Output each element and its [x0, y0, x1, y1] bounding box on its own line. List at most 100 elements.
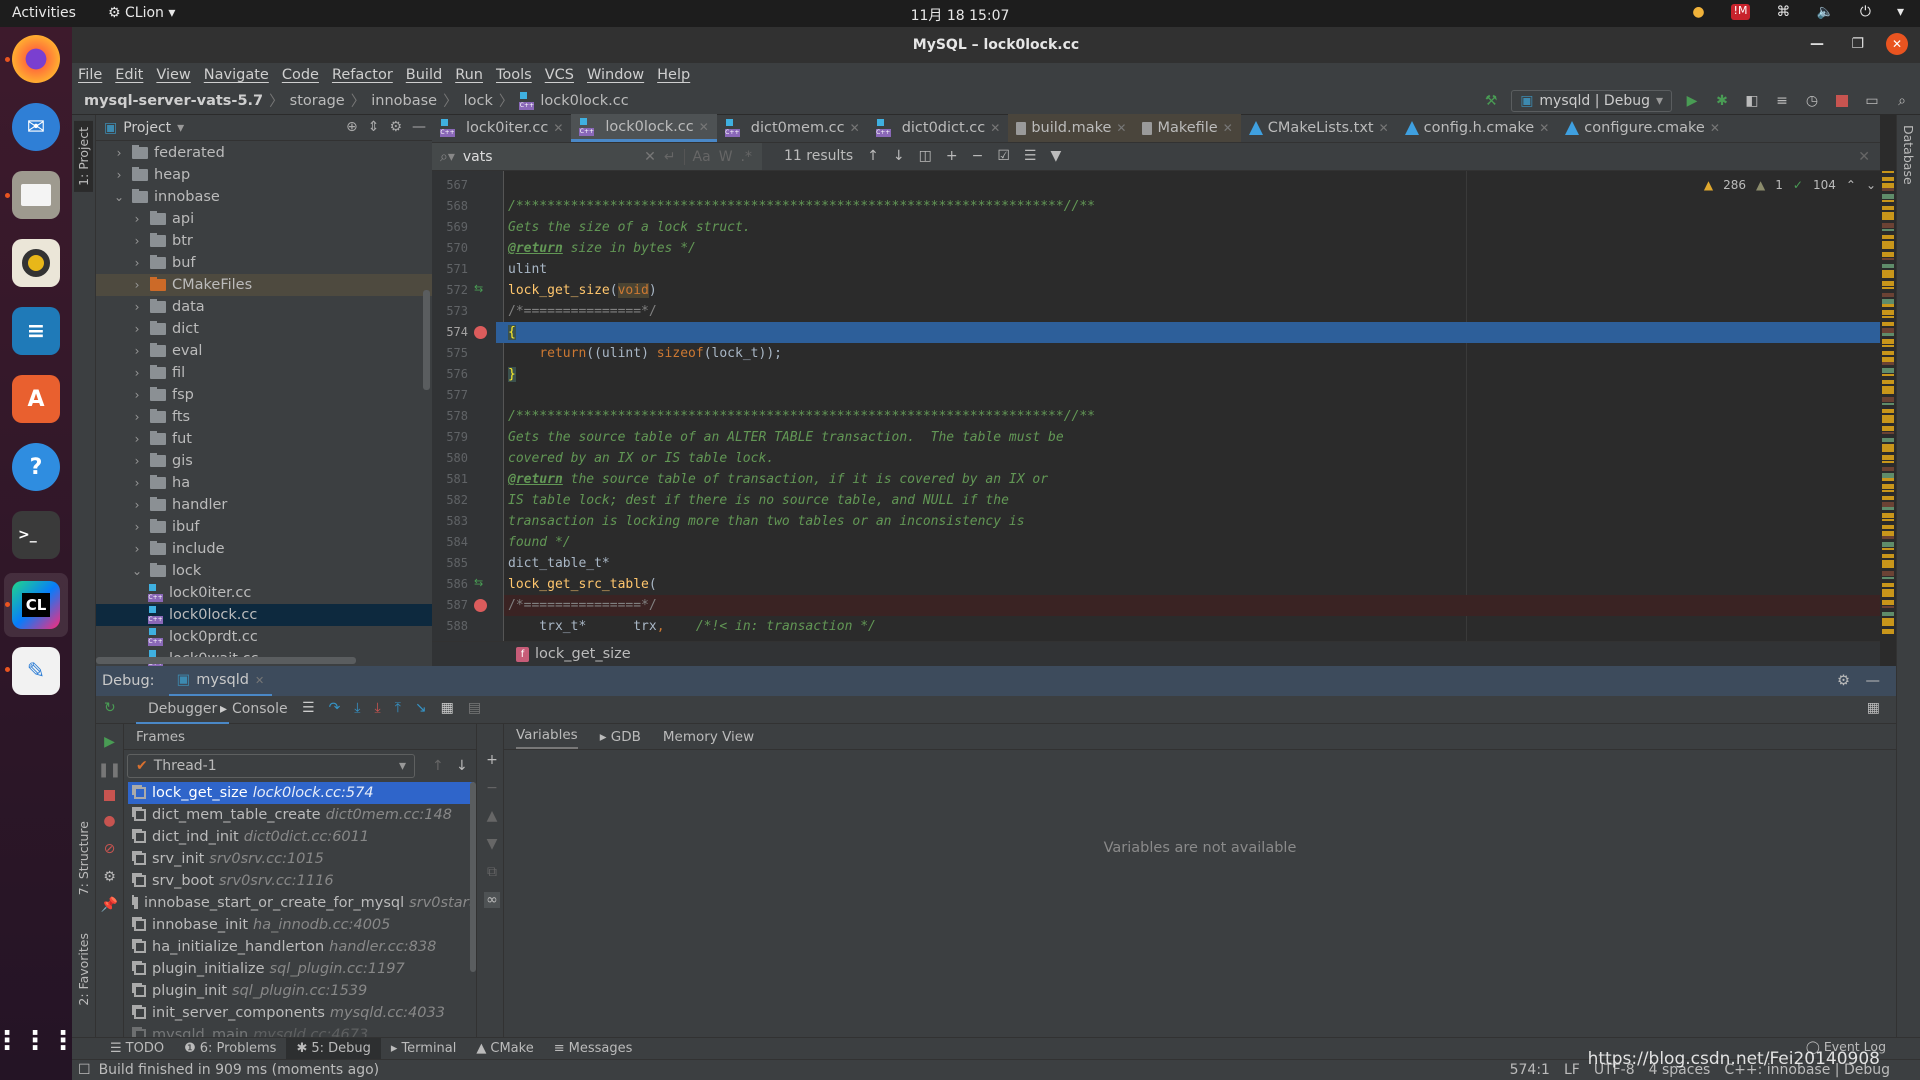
force-step-into-icon[interactable]: ⤓	[375, 700, 381, 716]
clion-icon[interactable]: CL	[12, 581, 60, 629]
tool-window-button[interactable]: ✱ 5: Debug	[286, 1037, 381, 1060]
tool-window-button[interactable]: ☰ TODO	[100, 1038, 174, 1060]
error-stripe-mark[interactable]	[1882, 542, 1894, 548]
step-into-icon[interactable]: ⤓	[354, 700, 360, 716]
gear-icon[interactable]: ⚙	[389, 119, 402, 135]
error-stripe-mark[interactable]	[1882, 623, 1894, 627]
tree-item[interactable]: › eval	[96, 340, 432, 362]
tree-item[interactable]: › buf	[96, 252, 432, 274]
error-stripe-mark[interactable]	[1882, 391, 1894, 395]
menu-code[interactable]: Code	[282, 67, 319, 83]
network-icon[interactable]: ⌘	[1776, 4, 1790, 20]
run-icon[interactable]: ▶	[1682, 91, 1702, 111]
hide-icon[interactable]: —	[1866, 673, 1881, 689]
debug-bug-icon[interactable]: ✱	[1712, 91, 1732, 111]
error-stripe-mark[interactable]	[1882, 171, 1894, 173]
error-stripe-mark[interactable]	[1882, 350, 1894, 355]
override-marker-icon[interactable]: ⇆	[474, 576, 483, 589]
error-stripe-mark[interactable]	[1882, 536, 1894, 540]
error-stripe-mark[interactable]	[1882, 223, 1894, 229]
thunderbird-icon[interactable]: ✉	[12, 103, 60, 151]
minimize-button[interactable]: —	[1810, 36, 1824, 52]
filter-lines-icon[interactable]: ☰	[1024, 148, 1037, 164]
profile-icon[interactable]: ≡	[1772, 91, 1792, 111]
breakpoint-icon[interactable]	[474, 599, 487, 612]
close-tab-icon[interactable]: ✕	[990, 121, 1000, 135]
regex-toggle[interactable]: .*	[741, 149, 762, 165]
tree-item[interactable]: › fsp	[96, 384, 432, 406]
new-watch-icon[interactable]: +	[486, 752, 498, 768]
memory-view-tab[interactable]: Memory View	[663, 729, 754, 749]
error-stripe-mark[interactable]	[1882, 490, 1894, 492]
stop-icon[interactable]	[104, 790, 115, 801]
show-applications-icon[interactable]: ⋮⋮⋮	[0, 1017, 76, 1065]
chevron-right-icon[interactable]: ›	[130, 388, 144, 402]
current-function[interactable]: lock_get_size	[535, 646, 631, 662]
line-separator[interactable]: LF	[1564, 1062, 1580, 1078]
tree-item[interactable]: ⌄ innobase	[96, 186, 432, 208]
select-all-icon[interactable]: ☑	[997, 148, 1010, 164]
step-over-icon[interactable]: ↷	[329, 700, 341, 716]
stack-frame[interactable]: innobase_init ha_innodb.cc:4005	[128, 914, 474, 936]
tree-item[interactable]: › fts	[96, 406, 432, 428]
close-tab-icon[interactable]: ✕	[1539, 121, 1549, 135]
run-config-select[interactable]: ▣ mysqld | Debug ▾	[1511, 90, 1672, 112]
gear-icon[interactable]: ⚙	[1837, 673, 1850, 689]
tree-item[interactable]: › ibuf	[96, 516, 432, 538]
override-marker-icon[interactable]: ⇆	[474, 282, 483, 295]
previous-occurrence-icon[interactable]: ↑	[867, 148, 879, 164]
error-stripe-mark[interactable]	[1882, 258, 1894, 260]
stop-icon[interactable]	[1832, 91, 1852, 111]
error-stripe-mark[interactable]	[1882, 333, 1894, 337]
error-stripe-mark[interactable]	[1882, 420, 1894, 424]
next-frame-icon[interactable]: ↓	[456, 758, 468, 774]
editor-tab[interactable]: build.make ✕	[1008, 114, 1135, 142]
tool-window-button[interactable]: ▲ CMake	[466, 1038, 543, 1060]
tree-item[interactable]: lock0lock.cc	[96, 604, 432, 626]
error-stripe-mark[interactable]	[1882, 345, 1894, 347]
error-stripe-mark[interactable]	[1882, 553, 1894, 558]
error-stripe-mark[interactable]	[1882, 194, 1894, 200]
error-stripe-mark[interactable]	[1882, 449, 1894, 453]
software-center-icon[interactable]: A	[12, 375, 60, 423]
error-stripe-mark[interactable]	[1882, 321, 1894, 326]
tool-window-button[interactable]: ▸ Terminal	[381, 1038, 466, 1060]
collapse-all-icon[interactable]: ⇕	[368, 119, 380, 135]
close-tab-icon[interactable]: ✕	[1116, 121, 1126, 135]
step-out-icon[interactable]: ⤒	[395, 700, 401, 716]
error-stripe-mark[interactable]	[1882, 229, 1894, 231]
chevron-right-icon[interactable]: ›	[130, 344, 144, 358]
maximize-button[interactable]: ❐	[1851, 36, 1864, 52]
error-stripe-mark[interactable]	[1882, 437, 1894, 442]
favorites-tool-tab[interactable]: 2: Favorites	[74, 927, 93, 1012]
error-stripe-mark[interactable]	[1882, 200, 1894, 202]
menu-file[interactable]: File	[78, 67, 102, 83]
editor-tab[interactable]: dict0dict.cc ✕	[868, 114, 1009, 142]
previous-frame-icon[interactable]: ↑	[432, 758, 444, 774]
chevron-right-icon[interactable]: ›	[130, 454, 144, 468]
error-stripe-mark[interactable]	[1882, 368, 1894, 374]
terminal-icon[interactable]: >_	[12, 511, 60, 559]
error-stripe-mark[interactable]	[1882, 176, 1894, 181]
error-stripe-mark[interactable]	[1882, 292, 1894, 297]
evaluate-expression-icon[interactable]: ▦	[441, 700, 454, 716]
tree-item[interactable]: › btr	[96, 230, 432, 252]
tree-item[interactable]: › handler	[96, 494, 432, 516]
remove-occurrence-icon[interactable]: −	[972, 148, 984, 164]
error-stripe-mark[interactable]	[1882, 577, 1894, 579]
im-icon[interactable]: !M	[1730, 4, 1751, 20]
stack-frame[interactable]: init_server_components mysqld.cc:4033	[128, 1002, 474, 1024]
project-tool-tab[interactable]: 1: Project	[74, 121, 93, 192]
error-stripe-mark[interactable]	[1882, 548, 1894, 550]
stack-frame[interactable]: lock_get_size lock0lock.cc:574	[128, 782, 474, 804]
tree-item[interactable]: › fut	[96, 428, 432, 450]
chevron-down-icon[interactable]: ⌄	[130, 564, 144, 578]
libreoffice-writer-icon[interactable]: ≡	[12, 307, 60, 355]
editor-tab[interactable]: configure.cmake ✕	[1557, 114, 1728, 142]
tree-item[interactable]: › include	[96, 538, 432, 560]
menu-navigate[interactable]: Navigate	[204, 67, 269, 83]
error-stripe-mark[interactable]	[1882, 461, 1894, 463]
error-stripe-mark[interactable]	[1882, 403, 1894, 405]
chevron-right-icon[interactable]: ›	[112, 168, 126, 182]
error-stripe-mark[interactable]	[1882, 524, 1894, 529]
